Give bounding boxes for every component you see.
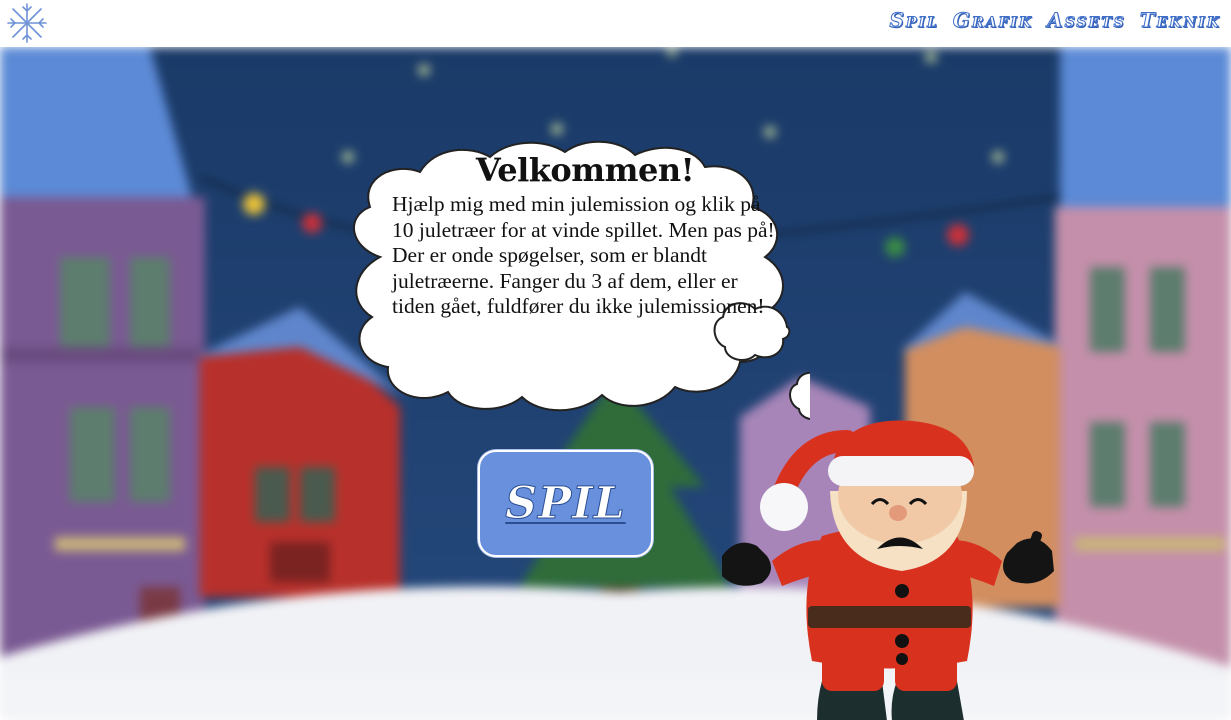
play-button-label: SPIL bbox=[505, 478, 626, 530]
main-nav: Spil Grafik Assets Teknik bbox=[889, 8, 1222, 33]
top-bar: Spil Grafik Assets Teknik bbox=[0, 0, 1231, 47]
santa-character[interactable] bbox=[712, 371, 1062, 720]
bubble-text: Hjælp mig med min julemission og klik på… bbox=[392, 192, 775, 318]
nav-item-spil[interactable]: Spil bbox=[889, 8, 939, 33]
bubble-title: Velkommen! bbox=[475, 151, 695, 189]
play-button[interactable]: SPIL bbox=[478, 450, 653, 557]
snowflake-icon[interactable] bbox=[6, 2, 48, 44]
nav-item-grafik[interactable]: Grafik bbox=[952, 8, 1033, 33]
nav-item-teknik[interactable]: Teknik bbox=[1139, 8, 1221, 33]
game-scene: Velkommen! Hjælp mig med min julemission… bbox=[0, 47, 1231, 720]
nav-item-assets[interactable]: Assets bbox=[1047, 8, 1126, 33]
